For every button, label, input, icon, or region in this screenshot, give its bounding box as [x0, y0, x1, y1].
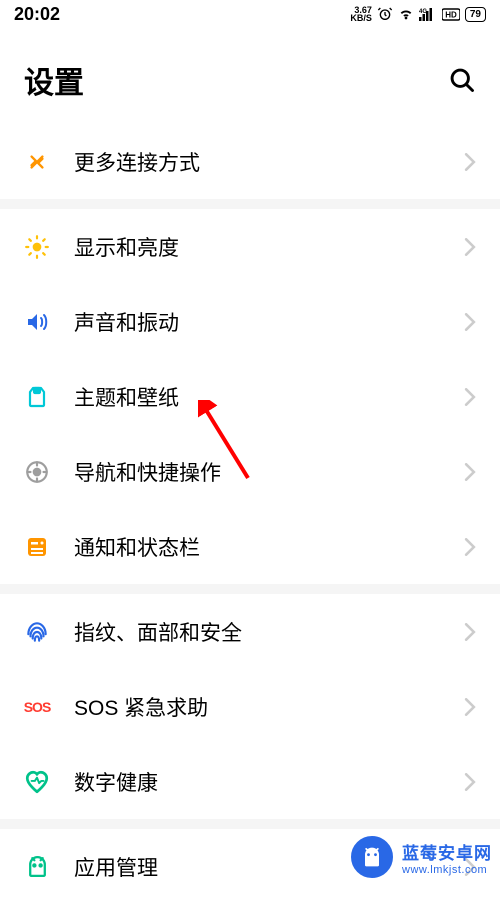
- status-bar: 20:02 3.67 KB/S 4G HD 79: [0, 0, 500, 28]
- section-divider: [0, 199, 500, 209]
- watermark: 蓝莓安卓网 www.lmkjst.com: [348, 833, 492, 881]
- item-label: 数字健康: [74, 767, 464, 797]
- search-icon[interactable]: [448, 66, 476, 94]
- wifi-icon: [398, 6, 414, 22]
- status-icons: 3.67 KB/S 4G HD 79: [350, 6, 486, 22]
- signal-icon: 4G: [419, 7, 437, 21]
- section-divider: [0, 819, 500, 829]
- item-label: 声音和振动: [74, 307, 464, 337]
- theme-icon: [24, 384, 50, 410]
- settings-item-sos[interactable]: SOS SOS 紧急求助: [0, 669, 500, 744]
- chevron-right-icon: [464, 153, 476, 171]
- settings-item-notification[interactable]: 通知和状态栏: [0, 509, 500, 584]
- item-label: SOS 紧急求助: [74, 692, 464, 722]
- digital-health-icon: [24, 769, 50, 795]
- hd-icon: HD: [442, 7, 460, 21]
- item-label: 显示和亮度: [74, 232, 464, 262]
- battery-icon: 79: [465, 7, 486, 22]
- connections-icon: [24, 149, 50, 175]
- watermark-logo-icon: [348, 833, 396, 881]
- notification-icon: [24, 534, 50, 560]
- settings-item-sound[interactable]: 声音和振动: [0, 284, 500, 359]
- settings-item-display[interactable]: 显示和亮度: [0, 209, 500, 284]
- settings-item-more-connections[interactable]: 更多连接方式: [0, 124, 500, 199]
- navigation-icon: [24, 459, 50, 485]
- settings-item-security[interactable]: 指纹、面部和安全: [0, 594, 500, 669]
- chevron-right-icon: [464, 538, 476, 556]
- chevron-right-icon: [464, 238, 476, 256]
- sound-icon: [24, 309, 50, 335]
- status-time: 20:02: [14, 4, 60, 25]
- svg-text:HD: HD: [445, 11, 457, 20]
- item-label: 更多连接方式: [74, 147, 464, 177]
- page-title: 设置: [24, 58, 84, 102]
- chevron-right-icon: [464, 698, 476, 716]
- section-divider: [0, 584, 500, 594]
- chevron-right-icon: [464, 388, 476, 406]
- item-label: 导航和快捷操作: [74, 457, 464, 487]
- settings-item-theme[interactable]: 主题和壁纸: [0, 359, 500, 434]
- app-management-icon: [24, 854, 50, 880]
- header: 设置: [0, 28, 500, 124]
- fingerprint-icon: [24, 619, 50, 645]
- network-speed: 3.67 KB/S: [350, 6, 372, 22]
- item-label: 指纹、面部和安全: [74, 617, 464, 647]
- chevron-right-icon: [464, 623, 476, 641]
- brightness-icon: [24, 234, 50, 260]
- watermark-text: 蓝莓安卓网 www.lmkjst.com: [402, 839, 492, 876]
- chevron-right-icon: [464, 463, 476, 481]
- item-label: 主题和壁纸: [74, 382, 464, 412]
- alarm-icon: [377, 6, 393, 22]
- chevron-right-icon: [464, 313, 476, 331]
- chevron-right-icon: [464, 773, 476, 791]
- sos-icon: SOS: [24, 694, 50, 720]
- settings-item-navigation[interactable]: 导航和快捷操作: [0, 434, 500, 509]
- item-label: 通知和状态栏: [74, 532, 464, 562]
- settings-item-digital-health[interactable]: 数字健康: [0, 744, 500, 819]
